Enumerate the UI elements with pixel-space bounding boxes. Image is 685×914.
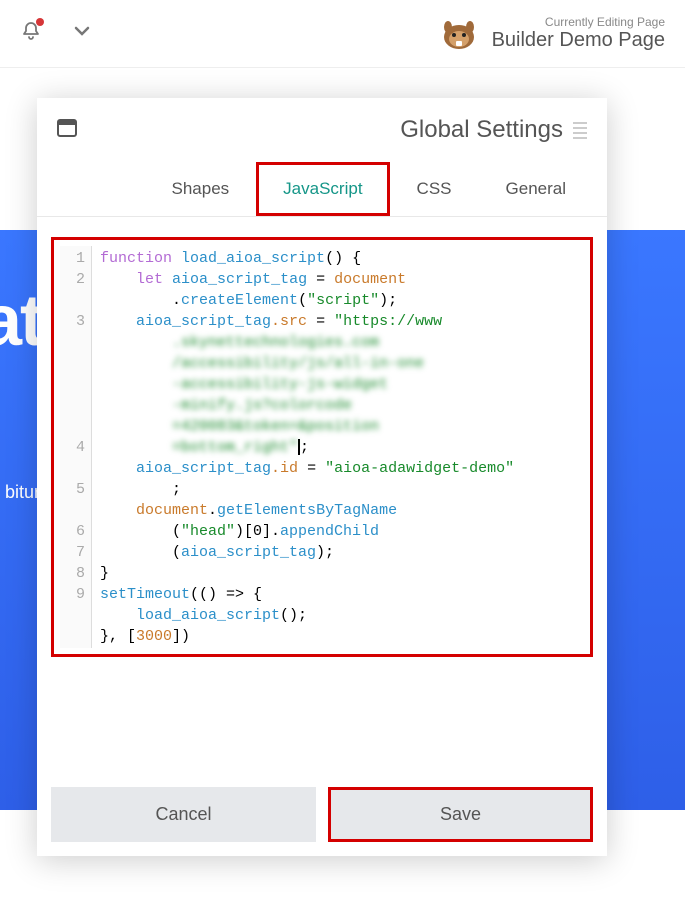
notifications-button[interactable] xyxy=(20,20,42,47)
notification-dot xyxy=(36,18,44,26)
save-button[interactable]: Save xyxy=(328,787,593,842)
global-settings-modal: Global Settings General CSS JavaScript S… xyxy=(37,98,607,856)
beaver-logo-icon xyxy=(438,13,480,55)
chevron-down-icon[interactable] xyxy=(72,21,92,46)
tab-javascript[interactable]: JavaScript xyxy=(256,162,389,216)
page-titles: Currently Editing Page Builder Demo Page xyxy=(492,15,665,52)
code-editor[interactable]: 1 2 3 4 5 6 7 8 9 function load_aioa_scr… xyxy=(51,237,593,657)
page-subtitle: Currently Editing Page xyxy=(492,15,665,29)
settings-tabs: General CSS JavaScript Shapes xyxy=(37,162,607,217)
drag-grip-icon[interactable] xyxy=(573,122,587,139)
tab-general[interactable]: General xyxy=(479,162,593,216)
modal-buttons: Save Cancel xyxy=(37,773,607,856)
topbar-actions xyxy=(20,20,92,47)
tab-css[interactable]: CSS xyxy=(390,162,479,216)
modal-title: Global Settings xyxy=(400,116,563,144)
page-title: Builder Demo Page xyxy=(492,29,665,52)
cancel-button[interactable]: Cancel xyxy=(51,787,316,842)
tab-shapes[interactable]: Shapes xyxy=(145,162,257,216)
line-gutter: 1 2 3 4 5 6 7 8 9 xyxy=(60,246,92,648)
modal-header: Global Settings xyxy=(37,98,607,162)
code-content[interactable]: function load_aioa_script() { let aioa_s… xyxy=(92,246,584,648)
page-heading-wrap: Currently Editing Page Builder Demo Page xyxy=(438,13,665,55)
window-icon[interactable] xyxy=(57,119,77,142)
top-bar: Currently Editing Page Builder Demo Page xyxy=(0,0,685,68)
